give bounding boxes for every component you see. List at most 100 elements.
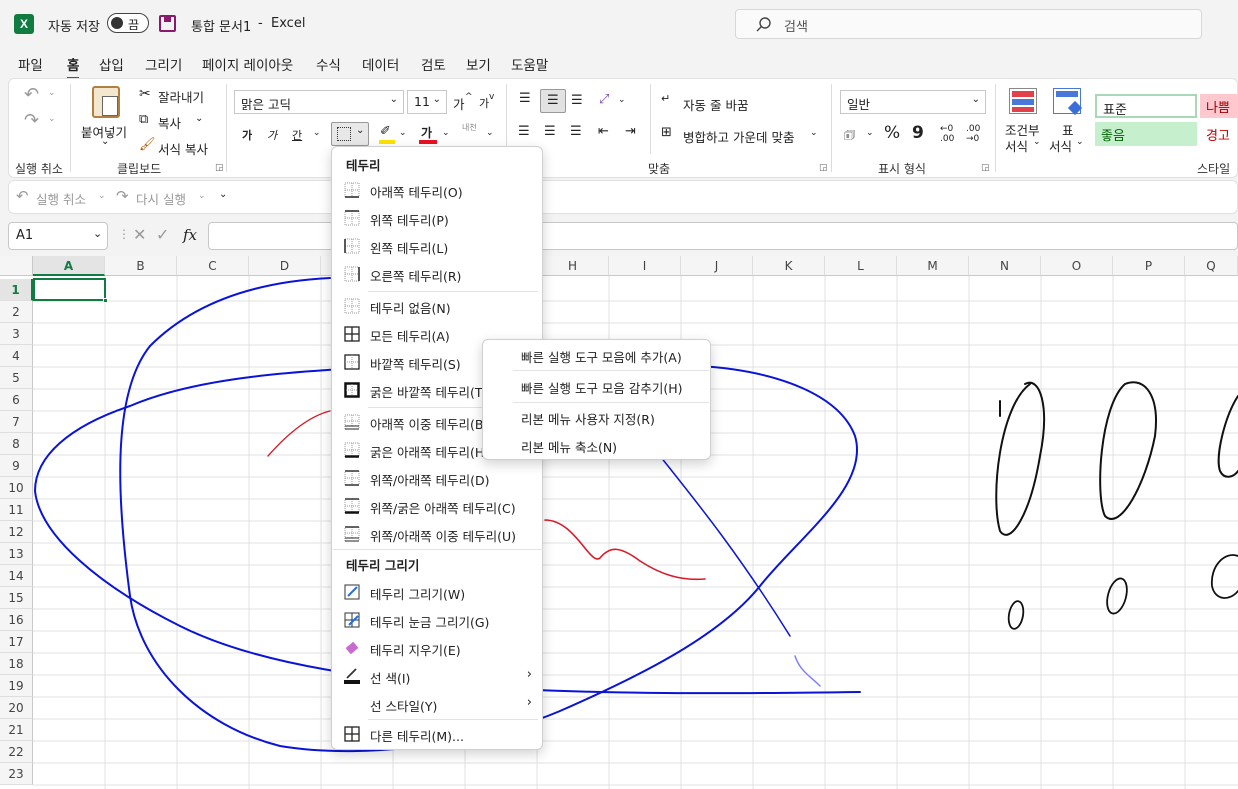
menu-item-more-borders[interactable]: 다른 테두리(M)... <box>332 721 542 747</box>
copy-button[interactable]: 복사 <box>158 113 181 132</box>
qat-redo-dropdown-icon[interactable]: ⌄ <box>198 191 206 201</box>
tab-draw[interactable]: 그리기 <box>145 54 182 74</box>
comma-button[interactable]: 9 <box>912 123 924 143</box>
borders-button[interactable]: ⌄ <box>331 122 369 146</box>
qat-undo-button[interactable]: 실행 취소 <box>36 189 86 208</box>
format-table-label-2[interactable]: 서식 <box>1049 136 1072 155</box>
menu-item-draw-border-grid[interactable]: 테두리 눈금 그리기(G) <box>332 607 542 633</box>
currency-dropdown-icon[interactable]: ⌄ <box>866 128 874 138</box>
align-bottom-icon[interactable]: ☰ <box>571 93 583 108</box>
menu-item-bottom-border[interactable]: 아래쪽 테두리(O) <box>332 177 542 203</box>
conditional-format-icon[interactable] <box>1009 88 1037 114</box>
format-table-icon[interactable] <box>1053 88 1083 116</box>
align-middle-button[interactable]: ☰ <box>540 89 566 113</box>
menu-item-right-border[interactable]: 오른쪽 테두리(R) <box>332 261 542 287</box>
align-right-icon[interactable]: ☰ <box>570 124 582 139</box>
orientation-icon[interactable]: ⤢ <box>599 92 609 107</box>
context-item-customize-ribbon[interactable]: 리본 메뉴 사용자 지정(R) <box>483 404 710 430</box>
menu-item-top-double-bottom-border[interactable]: 위쪽/아래쪽 이중 테두리(U) <box>332 521 542 547</box>
tab-page-layout[interactable]: 페이지 레이아웃 <box>202 54 293 74</box>
align-center-icon[interactable]: ☰ <box>544 124 556 139</box>
save-icon[interactable] <box>159 15 176 32</box>
bold-button[interactable]: 가 <box>242 127 252 143</box>
style-warning[interactable]: 경고 <box>1200 122 1238 146</box>
context-item-add-to-qat[interactable]: 빠른 실행 도구 모음에 추가(A) <box>483 342 710 368</box>
worksheet-grid[interactable]: A B C D E F G H I J K L M N O P Q 1 2 3 … <box>0 256 1238 789</box>
conditional-dropdown-icon[interactable]: ⌄ <box>1033 137 1041 147</box>
qat-redo-icon[interactable]: ↷ <box>116 187 129 205</box>
menu-item-top-border[interactable]: 위쪽 테두리(P) <box>332 205 542 231</box>
phonetic-dropdown-icon[interactable]: ⌄ <box>486 128 494 138</box>
paste-dropdown-icon[interactable]: ⌄ <box>101 136 109 147</box>
menu-item-draw-border[interactable]: 테두리 그리기(W) <box>332 579 542 605</box>
align-top-icon[interactable]: ☰ <box>519 91 531 106</box>
fill-dropdown-icon[interactable]: ⌄ <box>399 128 407 138</box>
wrap-text-button[interactable]: 자동 줄 바꿈 <box>683 95 748 114</box>
search-box[interactable]: 검색 <box>735 9 1202 39</box>
shrink-font-button[interactable]: 가 <box>479 95 489 111</box>
font-name-select[interactable]: 맑은 고딕 ⌄ <box>234 90 404 114</box>
font-size-select[interactable]: 11 ⌄ <box>407 90 447 114</box>
menu-item-no-border[interactable]: 테두리 없음(N) <box>332 293 542 319</box>
menu-item-top-bottom-border[interactable]: 위쪽/아래쪽 테두리(D) <box>332 465 542 491</box>
dialog-launcher-icon[interactable]: ◲ <box>215 163 224 173</box>
tab-formulas[interactable]: 수식 <box>316 54 341 74</box>
style-bad[interactable]: 나쁨 <box>1200 94 1238 118</box>
increase-decimal-icon[interactable]: ←0.00 <box>940 124 954 144</box>
underline-dropdown-icon[interactable]: ⌄ <box>313 128 321 138</box>
cancel-icon[interactable]: ✕ <box>133 225 146 244</box>
tab-insert[interactable]: 삽입 <box>99 54 124 74</box>
font-color-dropdown-icon[interactable]: ⌄ <box>442 128 450 138</box>
fill-color-icon[interactable]: ✐ <box>380 124 391 139</box>
autosave-toggle[interactable]: 끔 <box>107 13 149 33</box>
redo-dropdown-icon[interactable]: ⌄ <box>48 114 56 124</box>
dialog-launcher-icon[interactable]: ◲ <box>819 163 828 173</box>
tab-home[interactable]: 홈 <box>67 54 80 80</box>
format-table-dropdown-icon[interactable]: ⌄ <box>1076 137 1084 147</box>
qat-undo-icon[interactable]: ↶ <box>16 187 29 205</box>
tab-file[interactable]: 파일 <box>18 54 43 74</box>
cut-button[interactable]: 잘라내기 <box>158 87 204 106</box>
context-item-hide-qat[interactable]: 빠른 실행 도구 모음 감추기(H) <box>483 373 710 399</box>
merge-center-button[interactable]: 병합하고 가운데 맞춤 <box>683 127 794 146</box>
conditional-format-label-2[interactable]: 서식 <box>1005 136 1028 155</box>
redo-icon[interactable]: ↷ <box>24 110 39 131</box>
tab-help[interactable]: 도움말 <box>511 54 548 74</box>
tab-view[interactable]: 보기 <box>466 54 491 74</box>
copy-dropdown-icon[interactable]: ⌄ <box>195 113 203 124</box>
italic-button[interactable]: 가 <box>267 127 277 143</box>
font-color-button[interactable]: 가 <box>421 124 432 141</box>
menu-item-top-thick-bottom-border[interactable]: 위쪽/굵은 아래쪽 테두리(C) <box>332 493 542 519</box>
paste-icon[interactable] <box>92 86 120 118</box>
undo-icon[interactable]: ↶ <box>24 84 39 105</box>
dialog-launcher-icon[interactable]: ◲ <box>981 163 990 173</box>
decrease-indent-icon[interactable]: ⇤ <box>598 124 609 139</box>
menu-item-left-border[interactable]: 왼쪽 테두리(L) <box>332 233 542 259</box>
insert-function-button[interactable]: fx <box>183 226 197 244</box>
align-left-icon[interactable]: ☰ <box>518 124 530 139</box>
decrease-decimal-icon[interactable]: .00 →0 <box>966 124 980 144</box>
style-normal[interactable]: 표준 <box>1095 94 1197 118</box>
grow-font-button[interactable]: 가 <box>453 94 465 113</box>
enter-icon[interactable]: ✓ <box>156 225 169 244</box>
merge-dropdown-icon[interactable]: ⌄ <box>810 128 818 138</box>
underline-button[interactable]: 간 <box>292 127 302 143</box>
name-box[interactable]: A1 ⌄ <box>8 222 108 250</box>
number-format-select[interactable]: 일반 ⌄ <box>840 90 986 114</box>
qat-undo-dropdown-icon[interactable]: ⌄ <box>98 191 106 201</box>
orientation-dropdown-icon[interactable]: ⌄ <box>618 95 626 105</box>
menu-item-erase-border[interactable]: 테두리 지우기(E) <box>332 635 542 661</box>
customize-qat-icon[interactable]: ⌄ <box>219 189 227 200</box>
menu-item-line-color[interactable]: 선 색(I) › <box>332 663 542 689</box>
qat-redo-button[interactable]: 다시 실행 <box>136 189 186 208</box>
format-painter-button[interactable]: 서식 복사 <box>158 139 208 158</box>
currency-icon[interactable]: 🗊 <box>844 126 855 147</box>
increase-indent-icon[interactable]: ⇥ <box>625 124 636 139</box>
percent-button[interactable]: % <box>884 123 900 143</box>
style-good[interactable]: 좋음 <box>1095 122 1197 146</box>
phonetic-button[interactable]: 내천 <box>462 122 477 133</box>
tab-data[interactable]: 데이터 <box>362 54 399 74</box>
menu-item-line-style[interactable]: 선 스타일(Y) › <box>332 691 542 717</box>
tab-review[interactable]: 검토 <box>421 54 446 74</box>
context-item-collapse-ribbon[interactable]: 리본 메뉴 축소(N) <box>483 432 710 458</box>
